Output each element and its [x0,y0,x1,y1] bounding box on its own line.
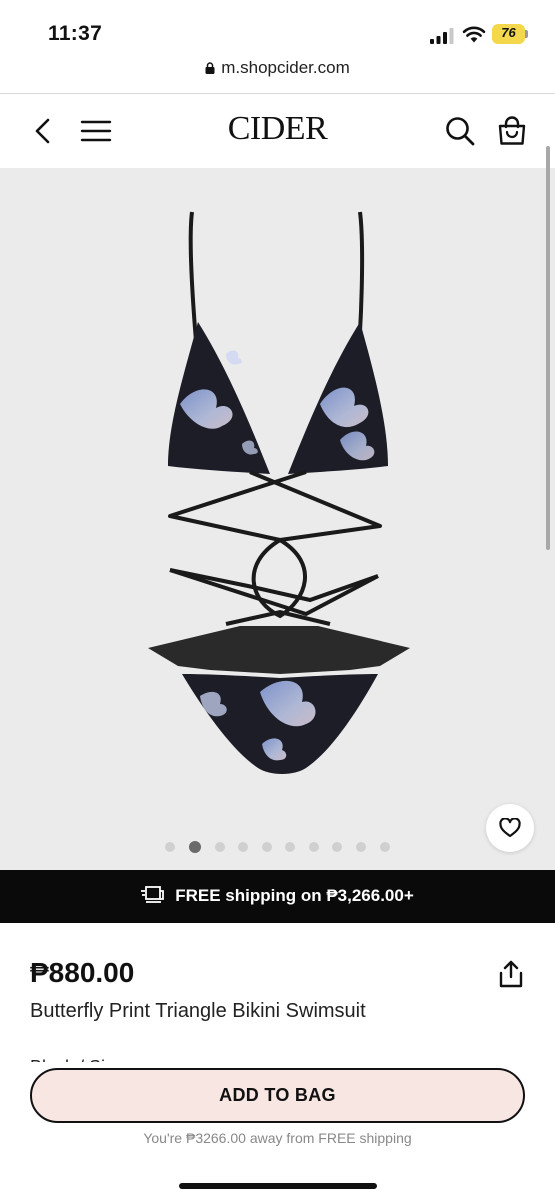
pagination-dot[interactable] [308,842,319,852]
product-price: ₱880.00 [30,957,135,988]
gallery-pagination [0,841,555,853]
product-image[interactable] [130,204,430,774]
pagination-dot[interactable] [332,842,343,852]
share-icon[interactable] [498,960,524,988]
url-bar[interactable]: m.shopcider.com [0,56,555,94]
page-scrollbar[interactable] [546,146,550,550]
home-indicator[interactable] [179,1183,377,1189]
product-gallery[interactable] [0,168,555,870]
product-title: Butterfly Print Triangle Bikini Swimsuit [30,1000,366,1022]
pagination-dot[interactable] [379,842,390,852]
url-text: m.shopcider.com [221,58,350,77]
wifi-icon [462,26,486,43]
status-bar: 11:37 76 [0,0,555,56]
pagination-dot[interactable] [356,842,367,852]
free-shipping-banner: FREE shipping on ₱3,266.00+ [0,870,555,923]
pagination-dot[interactable] [214,842,225,852]
shopping-bag-icon[interactable] [496,115,528,147]
battery-icon: 76 [492,24,528,44]
shipping-threshold-note: You're ₱3266.00 away from FREE shipping [143,1130,412,1146]
truck-icon [141,886,165,903]
wishlist-button[interactable] [486,804,534,852]
pagination-dot[interactable] [238,842,249,852]
pagination-dot-active[interactable] [188,841,201,853]
free-shipping-text: FREE shipping on ₱3,266.00+ [175,886,414,905]
heart-icon [499,818,521,838]
battery-level: 76 [501,25,516,40]
status-time: 11:37 [48,22,103,45]
top-nav: CIDER [0,95,555,168]
lock-icon [205,62,215,74]
pagination-dot[interactable] [165,842,176,852]
bottom-action-panel: ADD TO BAG You're ₱3266.00 away from FRE… [0,1062,555,1200]
signal-icon [430,28,454,44]
pagination-dot[interactable] [261,842,272,852]
pagination-dot[interactable] [285,842,296,852]
search-icon[interactable] [444,115,476,147]
add-to-bag-button[interactable]: ADD TO BAG [30,1068,525,1123]
